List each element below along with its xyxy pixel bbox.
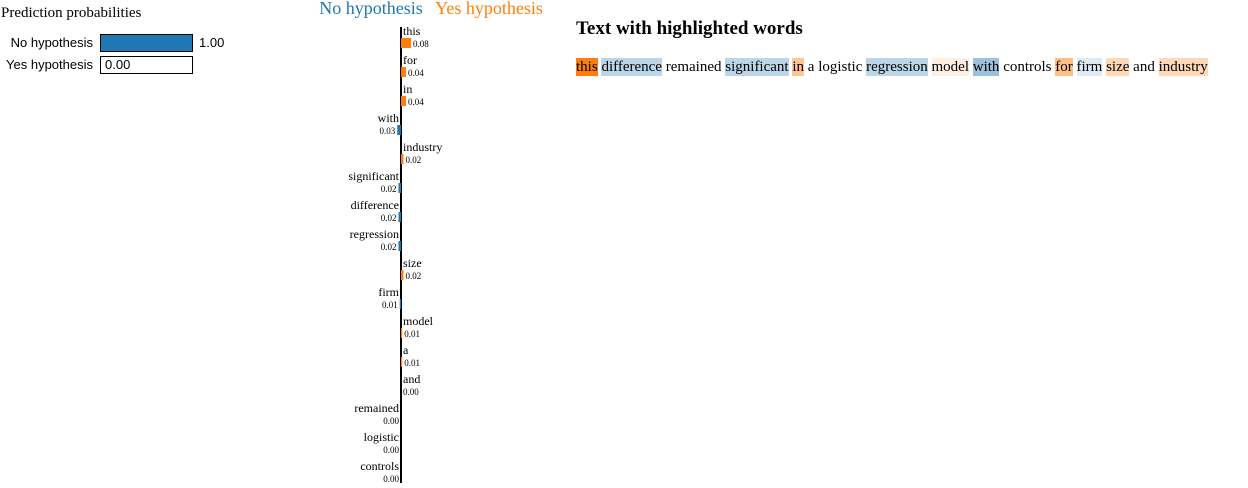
- probability-row-no-hypothesis: No hypothesis 1.00: [0, 34, 250, 52]
- probability-row-yes-hypothesis: Yes hypothesis 0.00: [0, 56, 250, 74]
- feature-word-label: for: [403, 53, 417, 67]
- feature-bar: [398, 241, 401, 251]
- feature-weight-label: 0.03: [380, 126, 396, 136]
- highlighted-word: industry: [1158, 58, 1208, 76]
- feature-word-label: significant: [348, 169, 399, 183]
- probability-bar-box: 0.00: [100, 56, 193, 74]
- highlighted-word: significant: [725, 58, 789, 76]
- feature-weight-label: 0.00: [383, 416, 399, 426]
- highlighted-word: difference: [601, 58, 662, 76]
- feature-weight-label: 0.02: [406, 271, 422, 281]
- highlighted-word: in: [792, 58, 805, 76]
- feature-word-label: a: [403, 343, 409, 357]
- highlighted-word: regression: [866, 58, 928, 76]
- probability-value: 0.00: [105, 57, 131, 72]
- feature-word-label: this: [403, 24, 421, 38]
- highlighted-word: firm: [1076, 58, 1103, 76]
- highlighted-word: for: [1055, 58, 1073, 76]
- feature-weights-chart: No hypothesis Yes hypothesis this 0.08 for…: [250, 0, 570, 484]
- feature-bar: [398, 212, 401, 222]
- feature-weight-label: 0.01: [404, 358, 420, 368]
- feature-bars: this0.08for0.04in0.04with0.03industry0.0…: [348, 24, 442, 484]
- feature-bar: [401, 154, 404, 164]
- feature-word-label: remained: [354, 401, 399, 415]
- highlighted-word: model: [931, 58, 970, 76]
- feature-word-label: firm: [378, 285, 399, 299]
- feature-weight-label: 0.00: [383, 445, 399, 455]
- feature-weight-label: 0.00: [383, 474, 399, 483]
- feature-word-label: with: [378, 111, 399, 125]
- highlighted-word: and: [1133, 59, 1155, 75]
- feature-weight-label: 0.01: [404, 329, 420, 339]
- feature-word-label: controls: [360, 459, 399, 473]
- probability-bar-fill: [101, 35, 192, 51]
- feature-word-label: and: [403, 372, 420, 386]
- probability-label: Yes hypothesis: [6, 57, 93, 72]
- probability-label: No hypothesis: [10, 35, 93, 50]
- probability-value: 1.00: [199, 35, 225, 50]
- feature-word-label: industry: [403, 140, 442, 154]
- feature-bar: [397, 125, 401, 135]
- feature-weight-label: 0.02: [381, 242, 397, 252]
- feature-word-label: model: [403, 314, 434, 328]
- feature-weight-label: 0.02: [381, 213, 397, 223]
- feature-weights-svg: No hypothesis Yes hypothesis this0.08 for…: [319, 0, 543, 484]
- prediction-probabilities-title: Prediction probabilities: [1, 5, 142, 21]
- highlighted-word: with: [972, 58, 1000, 76]
- feature-bar: [401, 38, 411, 48]
- highlighted-word: remained: [665, 59, 722, 75]
- highlighted-word: size: [1106, 58, 1130, 76]
- feature-word-label: regression: [350, 227, 399, 241]
- feature-bar: [401, 357, 403, 367]
- feature-word-label: in: [403, 82, 412, 96]
- highlighted-word: this: [576, 58, 598, 76]
- highlighted-word: controls: [1003, 59, 1052, 75]
- prediction-probabilities-panel: Prediction probabilities No hypothesis 1…: [0, 0, 250, 90]
- feature-bar: [401, 96, 406, 106]
- feature-weight-label: 0.08: [413, 39, 429, 49]
- feature-word-label: size: [403, 256, 422, 270]
- feature-weight-label: 0.01: [382, 300, 398, 310]
- highlighted-text-title: Text with highlighted words: [576, 18, 803, 39]
- feature-bar: [401, 270, 404, 280]
- feature-weight-label: 0.02: [406, 155, 422, 165]
- feature-bar: [398, 183, 401, 193]
- positive-class-title: Yes hypothesis: [435, 0, 543, 18]
- feature-weight-label: 0.04: [408, 97, 424, 107]
- highlighted-word: logistic: [818, 59, 863, 75]
- feature-weight-label: 0.04: [408, 68, 424, 78]
- feature-word-label: difference: [351, 198, 399, 212]
- highlighted-text: this difference remained significant in …: [576, 57, 1208, 77]
- highlighted-word: a: [807, 59, 815, 75]
- probability-bar-box: [100, 34, 193, 52]
- feature-weight-label: 0.02: [381, 184, 397, 194]
- feature-weight-label: 0.00: [403, 387, 419, 397]
- feature-bar: [401, 67, 406, 77]
- feature-bar: [399, 299, 401, 309]
- feature-bar: [401, 328, 403, 338]
- negative-class-title: No hypothesis: [319, 0, 423, 18]
- feature-word-label: logistic: [364, 430, 399, 444]
